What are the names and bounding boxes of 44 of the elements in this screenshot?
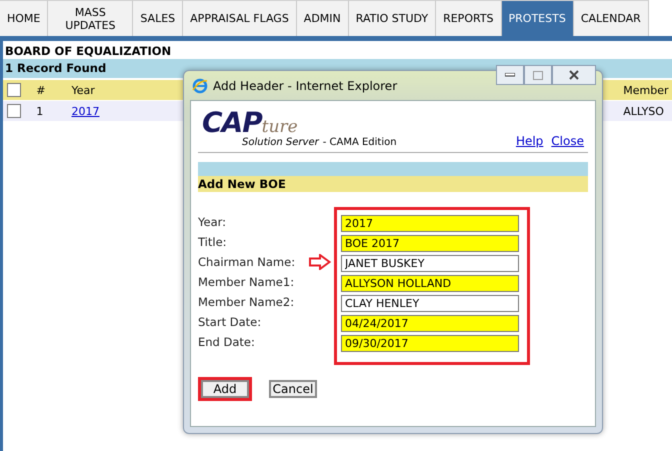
nav-tab[interactable]: RATIO STUDY (348, 0, 436, 36)
dialog-link[interactable]: Close (551, 134, 584, 148)
input-field[interactable]: 04/24/2017 (341, 315, 519, 332)
input-field[interactable]: ALLYSON HOLLAND (341, 275, 519, 292)
column-header: Member (623, 84, 668, 96)
input-field[interactable]: 09/30/2017 (341, 335, 519, 352)
year-link[interactable]: 2017 (71, 104, 100, 118)
checkbox[interactable] (7, 83, 21, 97)
field-label: Start Date: (198, 314, 262, 331)
field-label: Member Name2: (198, 294, 296, 311)
checkbox[interactable] (7, 104, 21, 118)
maximize-icon (533, 70, 543, 80)
logo: CAPture Solution Server - CAMA Edition (201, 109, 397, 148)
field-label: Chairman Name: (198, 254, 296, 271)
field-label: Year: (198, 214, 228, 231)
dialog-button[interactable]: Cancel (269, 380, 317, 398)
nav-tab[interactable]: APPRAISAL FLAGS (183, 0, 297, 36)
nav-tab[interactable]: ADMIN (296, 0, 349, 36)
table-cell: ALLYSO (623, 104, 664, 118)
page-title: BOARD OF EQUALIZATION (4, 43, 172, 59)
column-header: Year (71, 84, 95, 96)
nav-tab[interactable]: SALES (133, 0, 184, 36)
browser-icon (192, 78, 208, 94)
minimize-button[interactable] (496, 65, 524, 85)
field-label: End Date: (198, 334, 256, 351)
nav-tab[interactable]: HOME (0, 0, 48, 36)
window-title: Add Header - Internet Explorer (213, 78, 398, 92)
nav-tab[interactable]: REPORTS (436, 0, 502, 36)
minimize-icon (505, 73, 515, 77)
dialog-link[interactable]: Help (516, 134, 544, 148)
close-icon (569, 70, 579, 80)
field-label: Member Name1: (198, 274, 296, 291)
input-field[interactable]: BOE 2017 (341, 235, 519, 252)
nav-tab[interactable]: MASS UPDATES (48, 0, 134, 36)
nav-tab[interactable]: PROTESTS (502, 0, 574, 36)
input-field[interactable]: CLAY HENLEY (341, 295, 519, 312)
field-label: Title: (198, 234, 228, 251)
close-button[interactable] (552, 65, 596, 85)
nav-tab[interactable]: CALENDAR (574, 0, 649, 36)
input-field[interactable]: 2017 (341, 215, 519, 232)
table-cell: 1 (36, 104, 44, 118)
section-title: Add New BOE (198, 176, 588, 192)
column-header: # (36, 84, 46, 96)
dialog-button[interactable]: Add (201, 380, 249, 398)
